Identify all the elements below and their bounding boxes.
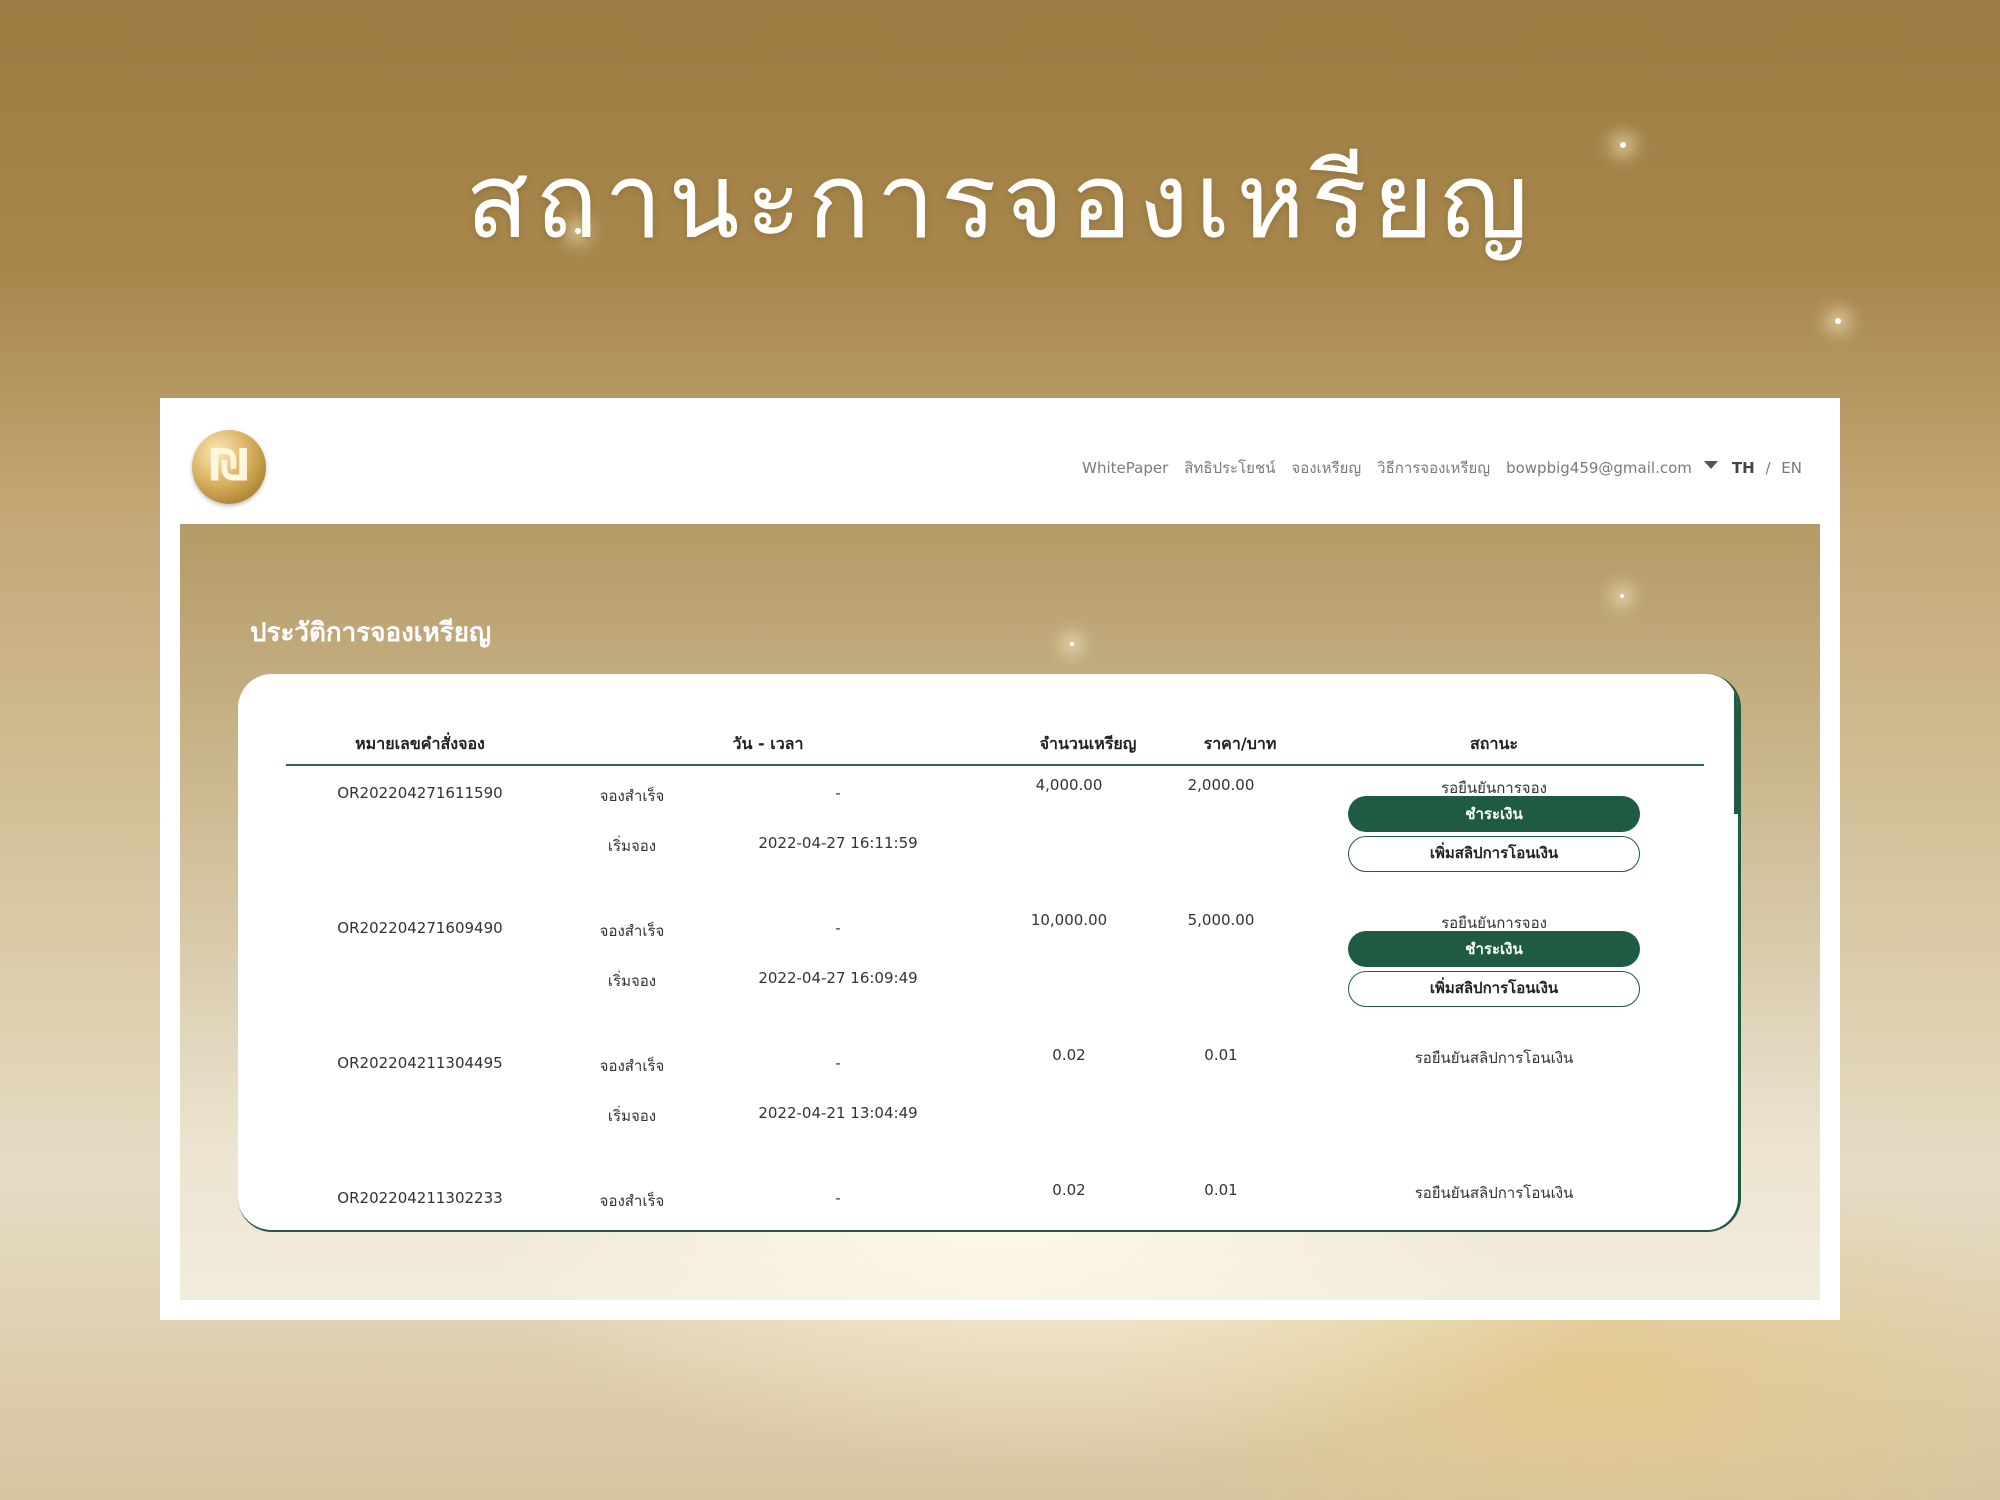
lang-th-option[interactable]: TH: [1732, 459, 1755, 477]
header-price: ราคา/บาท: [1203, 734, 1277, 753]
user-account-menu[interactable]: bowpbig459@gmail.com: [1506, 459, 1692, 477]
order-number: OR202204271611590: [337, 784, 503, 802]
table-header: หมายเลขคำสั่งจอง วัน - เวลา จำนวนเหรียญ …: [286, 720, 1704, 766]
add-transfer-slip-button[interactable]: เพิ่มสลิปการโอนเงิน: [1348, 836, 1640, 872]
step-time: -: [835, 1054, 841, 1072]
table-row: OR202204271609490 จองสำเร็จ - เริ่มจอง 2…: [238, 911, 1738, 1053]
step-time: 2022-04-27 16:11:59: [758, 834, 918, 852]
coin-amount: 0.02: [1052, 1046, 1086, 1064]
step-time: -: [835, 784, 841, 802]
price-baht: 5,000.00: [1187, 911, 1255, 929]
add-transfer-slip-button[interactable]: เพิ่มสลิปการโอนเงิน: [1348, 971, 1640, 1007]
step-label: จองสำเร็จ: [599, 1057, 665, 1075]
coin-amount: 4,000.00: [1035, 776, 1103, 794]
browser-viewport: ₪ WhitePaper สิทธิประโยชน์ จองเหรียญ วิธ…: [180, 418, 1820, 1300]
nav-link-how-to-reserve[interactable]: วิธีการจองเหรียญ: [1377, 456, 1490, 480]
step-time: 2022-04-27 16:09:49: [758, 969, 918, 987]
hero-section: ประวัติการจองเหรียญ หมายเลขคำสั่งจอง วัน…: [180, 524, 1820, 1300]
table-row: OR202204271611590 จองสำเร็จ - เริ่มจอง 2…: [238, 776, 1738, 918]
slide-title: สถานะการจองเหรียญ: [465, 140, 1535, 262]
nav-link-reserve[interactable]: จองเหรียญ: [1291, 456, 1361, 480]
step-time: 2022-04-21 13:04:49: [758, 1104, 918, 1122]
order-number: OR202204211304495: [337, 1054, 503, 1072]
nav-link-whitepaper[interactable]: WhitePaper: [1082, 459, 1168, 477]
coin-amount: 10,000.00: [1030, 911, 1108, 929]
lang-en-option[interactable]: EN: [1781, 459, 1802, 477]
sparkle-decoration: [575, 228, 581, 234]
booking-history-title: ประวัติการจองเหรียญ: [250, 618, 492, 648]
header-order-no: หมายเลขคำสั่งจอง: [355, 734, 485, 753]
step-time: -: [835, 919, 841, 937]
step-label: จองสำเร็จ: [599, 1192, 665, 1210]
step-label: จองสำเร็จ: [599, 787, 665, 805]
price-baht: 0.01: [1204, 1046, 1238, 1064]
price-baht: 2,000.00: [1187, 776, 1255, 794]
header-status: สถานะ: [1470, 734, 1518, 753]
top-navbar: ₪ WhitePaper สิทธิประโยชน์ จองเหรียญ วิธ…: [180, 418, 1820, 524]
sparkle-decoration: [1070, 642, 1074, 646]
header-datetime: วัน - เวลา: [732, 734, 804, 753]
nav-menu: WhitePaper สิทธิประโยชน์ จองเหรียญ วิธีก…: [1066, 456, 1802, 480]
order-number: OR202204211302233: [337, 1189, 503, 1207]
nav-link-benefits[interactable]: สิทธิประโยชน์: [1184, 456, 1275, 480]
step-label: จองสำเร็จ: [599, 922, 665, 940]
step-label: เริ่มจอง: [607, 972, 657, 990]
lang-separator: /: [1765, 459, 1771, 477]
step-label: เริ่มจอง: [607, 837, 657, 855]
status-text: รอยืนยันสลิปการโอนเงิน: [1414, 1184, 1574, 1202]
language-switcher: TH / EN: [1732, 459, 1802, 477]
coin-amount: 0.02: [1052, 1181, 1086, 1199]
order-number: OR202204271609490: [337, 919, 503, 937]
table-row: OR202204211304495 จองสำเร็จ - เริ่มจอง 2…: [238, 1046, 1738, 1188]
price-baht: 0.01: [1204, 1181, 1238, 1199]
sparkle-decoration: [1620, 594, 1624, 598]
chevron-down-icon[interactable]: [1703, 461, 1718, 469]
step-label: เริ่มจอง: [607, 1107, 657, 1125]
pay-button[interactable]: ชำระเงิน: [1348, 796, 1640, 832]
booking-history-card: หมายเลขคำสั่งจอง วัน - เวลา จำนวนเหรียญ …: [238, 674, 1741, 1232]
coin-logo-icon: ₪: [209, 440, 249, 491]
screenshot-frame: ₪ WhitePaper สิทธิประโยชน์ จองเหรียญ วิธ…: [160, 398, 1840, 1320]
table-row: OR202204211302233 จองสำเร็จ - 0.02 0.01 …: [238, 1181, 1738, 1230]
step-time: -: [835, 1189, 841, 1207]
pay-button[interactable]: ชำระเงิน: [1348, 931, 1640, 967]
sparkle-decoration: [1620, 142, 1626, 148]
brand-logo[interactable]: ₪: [192, 430, 266, 504]
sparkle-decoration: [1835, 318, 1841, 324]
status-text: รอยืนยันสลิปการโอนเงิน: [1414, 1049, 1574, 1067]
header-coins: จำนวนเหรียญ: [1039, 734, 1137, 753]
